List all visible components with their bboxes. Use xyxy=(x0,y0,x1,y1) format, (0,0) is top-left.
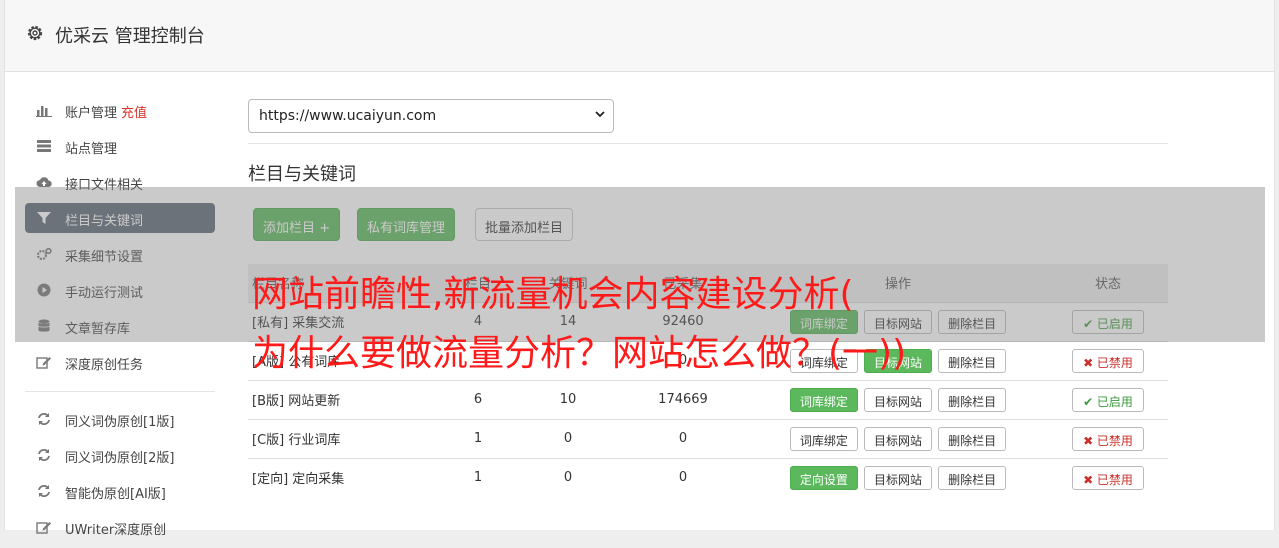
keyword-count-link[interactable]: 0 xyxy=(518,457,618,497)
sidebar-item-deep-original[interactable]: 深度原创任务 xyxy=(25,347,215,377)
edit-icon xyxy=(36,355,52,369)
edit-icon xyxy=(36,520,52,534)
column-count: 6 xyxy=(438,379,518,419)
column-count: 1 xyxy=(438,418,518,458)
sidebar-item-uwriter[interactable]: UWriter深度原创 xyxy=(25,512,215,542)
delete-column-button[interactable]: 删除栏目 xyxy=(938,426,1007,451)
section-title: 栏目与关键词 xyxy=(248,164,356,185)
status-badge[interactable]: ✔ 已启用 xyxy=(1072,387,1144,412)
overlay-headline-line2: 为什么要做流量分析？网站怎么做？(一)) xyxy=(252,333,907,374)
sidebar-item-label: UWriter深度原创 xyxy=(65,523,167,538)
delete-column-button[interactable]: 删除栏目 xyxy=(938,465,1007,490)
refresh-icon xyxy=(36,484,52,498)
collected-count: 0 xyxy=(618,418,748,458)
delete-column-button[interactable]: 删除栏目 xyxy=(938,387,1007,412)
column-tag: [B版] xyxy=(252,394,285,409)
column-name-link[interactable]: 网站更新 xyxy=(288,394,340,409)
collected-count: 174669 xyxy=(618,379,748,419)
table-row: [B版] 网站更新 6 10 174669 词库绑定 目标网站 删除栏目 ✔ 已… xyxy=(248,379,1168,419)
gear-icon xyxy=(27,25,43,41)
sidebar-item-label: 站点管理 xyxy=(65,142,118,157)
divider xyxy=(248,143,1168,144)
keyword-count-link[interactable]: 10 xyxy=(518,379,618,419)
sidebar-item-synonym-v1[interactable]: 同义词伪原创[1版] xyxy=(25,404,215,434)
directed-settings-button[interactable]: 定向设置 xyxy=(789,465,858,490)
status-badge[interactable]: ✖ 已禁用 xyxy=(1072,465,1144,490)
keyword-count-link[interactable]: 0 xyxy=(518,418,618,458)
recharge-link[interactable]: 充值 xyxy=(121,106,147,121)
bar-chart-icon xyxy=(36,103,52,117)
column-count: 1 xyxy=(438,457,518,497)
sidebar-item-label: 深度原创任务 xyxy=(65,358,144,373)
overlay-banner xyxy=(15,187,1265,342)
table-row: [定向] 定向采集 1 0 0 定向设置 目标网站 删除栏目 ✖ 已禁用 xyxy=(248,457,1168,497)
sidebar-item-synonym-v2[interactable]: 同义词伪原创[2版] xyxy=(25,440,215,470)
overlay-headline-line1: 网站前瞻性,新流量机会内容建设分析( xyxy=(252,274,854,315)
lexicon-bind-button[interactable]: 词库绑定 xyxy=(789,387,858,412)
header-bar: 优采云 管理控制台 xyxy=(5,0,1274,72)
site-select[interactable]: https://www.ucaiyun.com xyxy=(248,99,614,133)
chevron-down-icon xyxy=(595,111,605,118)
sidebar-item-label: 账户管理 xyxy=(65,106,118,121)
sidebar-item-label: 同义词伪原创[2版] xyxy=(65,451,175,466)
table-row: [C版] 行业词库 1 0 0 词库绑定 目标网站 删除栏目 ✖ 已禁用 xyxy=(248,418,1168,458)
page-title: 优采云 管理控制台 xyxy=(55,26,205,47)
column-tag: [C版] xyxy=(252,433,285,448)
sidebar-item-ai-original[interactable]: 智能伪原创[AI版] xyxy=(25,476,215,506)
collected-count: 0 xyxy=(618,457,748,497)
target-site-button[interactable]: 目标网站 xyxy=(863,465,932,490)
site-select-value: https://www.ucaiyun.com xyxy=(259,108,437,124)
column-name-link[interactable]: 定向采集 xyxy=(292,472,344,487)
delete-column-button[interactable]: 删除栏目 xyxy=(938,348,1007,373)
lexicon-bind-button[interactable]: 词库绑定 xyxy=(789,426,858,451)
status-badge[interactable]: ✖ 已禁用 xyxy=(1072,426,1144,451)
sidebar-divider xyxy=(25,391,215,392)
target-site-button[interactable]: 目标网站 xyxy=(863,387,932,412)
column-name-link[interactable]: 行业词库 xyxy=(288,433,340,448)
column-tag: [定向] xyxy=(252,472,289,488)
sidebar-item-sites[interactable]: 站点管理 xyxy=(25,131,215,161)
sidebar-item-label: 同义词伪原创[1版] xyxy=(65,415,175,430)
server-icon xyxy=(36,139,52,153)
status-badge[interactable]: ✖ 已禁用 xyxy=(1072,348,1144,373)
refresh-icon xyxy=(36,412,52,426)
target-site-button[interactable]: 目标网站 xyxy=(863,426,932,451)
sidebar-item-account[interactable]: 账户管理 充值 xyxy=(25,95,215,125)
sidebar-item-label: 智能伪原创[AI版] xyxy=(65,487,166,502)
refresh-icon xyxy=(36,448,52,462)
